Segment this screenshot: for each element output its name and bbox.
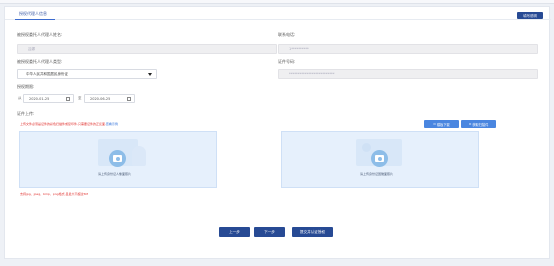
agent-type-label: 被授权委托人代理人类型:	[17, 59, 63, 64]
title-underline	[15, 19, 55, 20]
contact-phone-label: 联系电话:	[278, 32, 296, 37]
instructions-button[interactable]: 填写说明	[517, 12, 543, 19]
end-date-value: 2020-06-25	[90, 96, 111, 101]
id-number-input[interactable]: **************************	[278, 69, 538, 79]
camera-icon	[371, 150, 388, 167]
agent-type-select[interactable]: 中华人民共和国居民身份证	[17, 69, 157, 79]
chevron-down-icon	[148, 73, 152, 76]
upload-hint: 上传文件必须是证件的彩色扫描件或复印件,只需要证件的正反面,查看示例	[20, 122, 118, 126]
top-bar	[0, 0, 554, 4]
calendar-icon	[66, 97, 70, 101]
id-number-value: **************************	[289, 72, 335, 76]
upload-section-label: 证件上传:	[17, 111, 35, 116]
scan-icon: ⊙	[468, 122, 472, 126]
contact-phone-value: 1**********	[289, 47, 309, 51]
camera-icon	[109, 150, 126, 167]
id-number-label: 证件号码:	[278, 59, 296, 64]
agent-name-label: 被授权委托人代理人姓名:	[17, 32, 63, 37]
contact-phone-input[interactable]: 1**********	[278, 44, 538, 54]
view-example-link[interactable]: 查看示例	[106, 122, 118, 126]
submit-auth-button[interactable]: 提交并认证授权	[292, 227, 333, 237]
agent-name-value: 吕娜	[28, 46, 35, 51]
get-scan-label: 获取扫描件	[472, 122, 489, 127]
end-date-input[interactable]: 2020-06-25	[84, 94, 135, 103]
back-caption: 请上传身份证国徽面照片	[360, 172, 394, 176]
download-template-button[interactable]: ⊙ 模板下载	[424, 120, 459, 128]
start-date-value: 2020-01-25	[29, 96, 50, 101]
next-step-button[interactable]: 下一步	[254, 227, 285, 237]
form-card: 授权代理人信息 填写说明 被授权委托人代理人姓名: 吕娜 联系电话: 1****…	[4, 6, 551, 259]
divider	[5, 19, 551, 20]
start-prefix: 从	[18, 96, 22, 100]
end-prefix: 至	[78, 96, 82, 100]
prev-step-button[interactable]: 上一步	[219, 227, 250, 237]
card-title: 授权代理人信息	[19, 11, 47, 16]
get-scan-button[interactable]: ⊙ 获取扫描件	[461, 120, 496, 128]
start-date-input[interactable]: 2020-01-25	[23, 94, 74, 103]
agent-type-value: 中华人民共和国居民身份证	[26, 71, 68, 76]
portrait-silhouette	[132, 146, 146, 166]
download-template-label: 模板下载	[436, 122, 450, 127]
emblem-silhouette	[362, 143, 371, 152]
download-icon: ⊙	[433, 122, 436, 126]
id-back-upload[interactable]: 请上传身份证国徽面照片	[281, 131, 479, 188]
agent-name-input[interactable]: 吕娜	[17, 44, 277, 54]
front-caption: 请上传身份证人像面照片	[98, 172, 132, 176]
id-front-upload[interactable]: 请上传身份证人像面照片	[19, 131, 217, 188]
file-format-hint: 支持jpg、jpeg、bmp、png格式,且最大不超过5M	[20, 192, 89, 196]
upload-hint-text: 上传文件必须是证件的彩色扫描件或复印件,只需要证件的正反面,	[20, 122, 106, 126]
calendar-icon	[127, 97, 131, 101]
auth-period-label: 授权期限:	[17, 84, 35, 89]
